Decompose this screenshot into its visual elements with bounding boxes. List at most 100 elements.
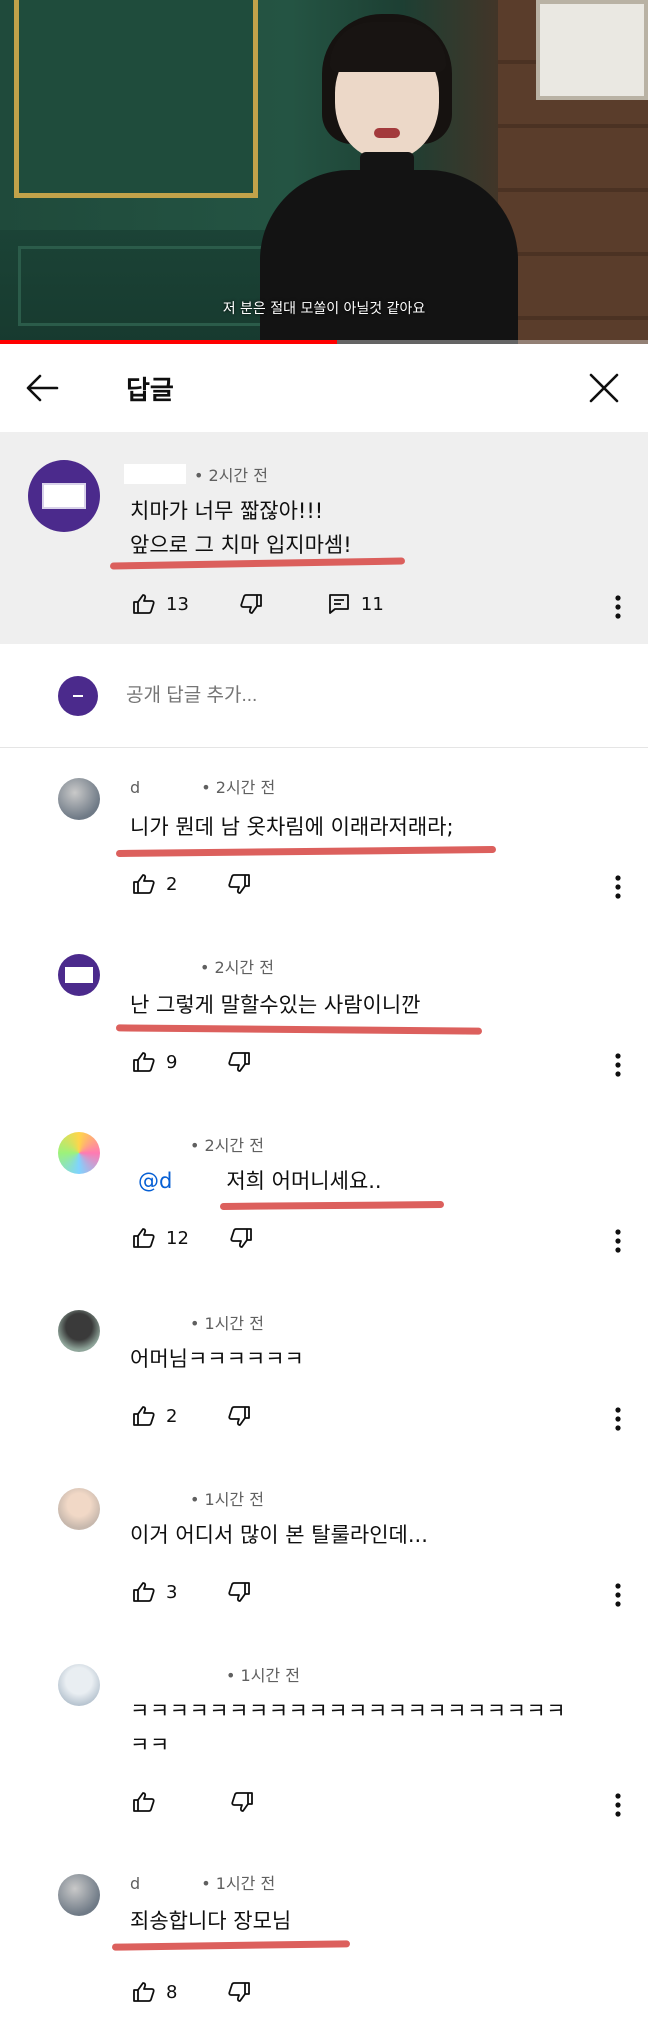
like-button[interactable]	[132, 1790, 166, 1814]
comment-meta: • 2시간 전	[130, 954, 274, 978]
more-vert-icon[interactable]	[614, 594, 622, 620]
like-button[interactable]: 12	[132, 1226, 189, 1250]
like-count: 2	[166, 873, 178, 895]
highlight-underline	[115, 1024, 483, 1035]
like-button[interactable]: 8	[132, 1980, 177, 2004]
comment-time: • 2시간 전	[194, 466, 268, 485]
comment-text: @d 저희 어머니세요..	[138, 1164, 382, 1198]
comment-time: • 2시간 전	[190, 1136, 264, 1155]
like-button[interactable]: 3	[132, 1580, 177, 1604]
more-vert-icon[interactable]	[614, 1582, 622, 1608]
reply-item: • 1시간 전 어머님ㅋㅋㅋㅋㅋㅋ 2	[0, 1306, 648, 1456]
avatar[interactable]	[58, 954, 100, 996]
thumbs-up-icon	[133, 1052, 155, 1072]
dislike-button[interactable]	[227, 1404, 251, 1428]
wall-panel	[14, 0, 258, 198]
close-button[interactable]	[560, 344, 648, 432]
video-subtitle: 저 분은 절대 모쏠이 아닐것 같아요	[222, 301, 426, 317]
like-button[interactable]: 13	[132, 592, 189, 616]
comment-text-line: ㅋㅋ	[130, 1733, 170, 1757]
comment-text-line: 앞으로 그 치마 입지마셈!	[130, 533, 352, 557]
thumbs-down-icon	[240, 594, 262, 614]
thumbs-down-icon	[228, 874, 251, 894]
back-button[interactable]	[0, 344, 84, 432]
avatar[interactable]	[58, 1132, 100, 1174]
reply-item: d • 2시간 전 니가 뭔데 남 옷차림에 이래라저래라; 2	[0, 770, 648, 920]
dislike-button[interactable]	[227, 872, 251, 896]
reply-item: d • 1시간 전 죄송합니다 장모님 8	[0, 1866, 648, 2026]
comment-actions: 8	[132, 1980, 251, 2004]
comment-text: 니가 뭔데 남 옷차림에 이래라저래라;	[130, 815, 454, 839]
thumbs-down-icon	[228, 1406, 251, 1426]
avatar[interactable]	[58, 1310, 100, 1352]
comment-meta: • 1시간 전	[130, 1310, 264, 1334]
comment-time: • 1시간 전	[201, 1874, 276, 1893]
thumbs-up-icon	[133, 1406, 155, 1426]
arrow-left-icon	[26, 374, 59, 402]
comment-text: ㅋㅋㅋㅋㅋㅋㅋㅋㅋㅋㅋㅋㅋㅋㅋㅋㅋㅋㅋㅋㅋㅋ ㅋㅋ	[130, 1694, 566, 1762]
avatar[interactable]	[58, 1488, 100, 1530]
thumbs-down-icon	[228, 1582, 251, 1602]
like-button[interactable]: 2	[132, 872, 177, 896]
comment-text: 어머님ㅋㅋㅋㅋㅋㅋ	[130, 1347, 304, 1371]
highlight-underline	[219, 1201, 445, 1210]
avatar[interactable]	[58, 778, 100, 820]
close-icon	[589, 373, 619, 403]
author-name: d	[130, 1874, 141, 1893]
replies-header: 답글	[0, 344, 648, 432]
dislike-button[interactable]	[239, 592, 263, 616]
reply-count-button[interactable]: 11	[327, 592, 384, 616]
mention-link[interactable]: @d	[138, 1169, 172, 1193]
dislike-button[interactable]	[227, 1980, 251, 2004]
author-name: d	[130, 778, 141, 797]
reply-count: 11	[360, 593, 384, 615]
comment-actions: 3	[132, 1580, 251, 1604]
comment-actions: 9	[132, 1050, 251, 1074]
avatar[interactable]	[58, 1664, 100, 1706]
dislike-button[interactable]	[227, 1580, 251, 1604]
comment-meta: d • 1시간 전	[130, 1870, 275, 1894]
like-count: 2	[166, 1405, 178, 1427]
thumbs-down-icon	[228, 1982, 251, 2002]
thumbs-up-icon	[133, 1982, 155, 2002]
thumbs-up-icon	[133, 594, 155, 614]
comment-time: • 2시간 전	[201, 778, 276, 797]
like-count: 8	[166, 1981, 178, 2003]
comment-text: 치마가 너무 짧잖아!!! 앞으로 그 치마 입지마셈!	[130, 494, 352, 562]
more-vert-icon[interactable]	[614, 1406, 622, 1432]
comment-actions	[132, 1790, 254, 1814]
add-reply-row[interactable]	[0, 644, 648, 748]
thumbs-up-icon	[133, 1792, 155, 1812]
video-player[interactable]: 저 분은 절대 모쏠이 아닐것 같아요	[0, 0, 648, 344]
video-person	[250, 0, 520, 344]
thumbs-up-icon	[133, 1228, 155, 1248]
highlight-underline	[115, 846, 497, 857]
more-vert-icon[interactable]	[614, 1228, 622, 1254]
dislike-button[interactable]	[230, 1790, 254, 1814]
comment-text: 죄송합니다 장모님	[130, 1909, 292, 1933]
comment-meta: • 2시간 전	[124, 462, 268, 486]
comment-actions: 2	[132, 1404, 251, 1428]
like-button[interactable]: 9	[132, 1050, 177, 1074]
comment-text: 이거 어디서 많이 본 탈룰라인데...	[130, 1523, 428, 1547]
more-vert-icon[interactable]	[614, 1792, 622, 1818]
reply-item: • 1시간 전 ㅋㅋㅋㅋㅋㅋㅋㅋㅋㅋㅋㅋㅋㅋㅋㅋㅋㅋㅋㅋㅋㅋ ㅋㅋ	[0, 1658, 648, 1838]
thumbs-down-icon	[230, 1228, 252, 1248]
dislike-button[interactable]	[229, 1226, 253, 1250]
more-vert-icon[interactable]	[614, 874, 622, 900]
like-button[interactable]: 2	[132, 1404, 177, 1428]
comment-text: 난 그렇게 말할수있는 사람이니깐	[130, 993, 421, 1017]
comment-time: • 2시간 전	[200, 958, 274, 977]
thumbs-down-icon	[228, 1052, 251, 1072]
avatar	[58, 675, 98, 716]
avatar[interactable]	[28, 460, 100, 532]
comment-actions: 2	[132, 872, 251, 896]
thumbs-up-icon	[133, 1582, 155, 1602]
comment-time: • 1시간 전	[190, 1490, 264, 1509]
add-reply-input[interactable]	[126, 684, 371, 707]
more-vert-icon[interactable]	[614, 1052, 622, 1078]
author-name-redacted	[124, 464, 186, 484]
avatar[interactable]	[58, 1874, 100, 1916]
dislike-button[interactable]	[227, 1050, 251, 1074]
highlight-underline	[111, 1940, 351, 1951]
